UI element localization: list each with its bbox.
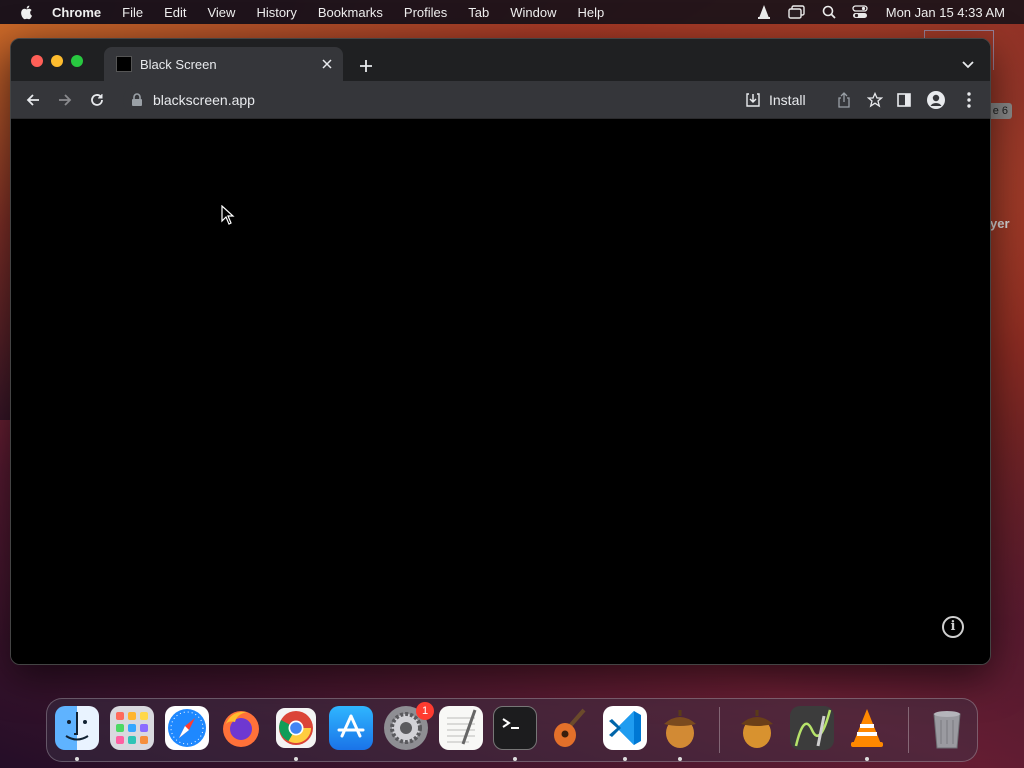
profile-button[interactable]: [924, 88, 948, 112]
running-indicator: [75, 757, 79, 761]
menu-bookmarks[interactable]: Bookmarks: [318, 5, 383, 20]
safari-icon[interactable]: [165, 706, 209, 750]
firefox-icon[interactable]: [219, 706, 263, 750]
share-button[interactable]: [832, 88, 856, 112]
menu-help[interactable]: Help: [578, 5, 605, 20]
side-panel-button[interactable]: [892, 88, 916, 112]
address-url[interactable]: blackscreen.app: [153, 92, 255, 108]
running-indicator: [513, 757, 517, 761]
install-app-button[interactable]: Install: [745, 88, 806, 112]
menu-profiles[interactable]: Profiles: [404, 5, 447, 20]
tab-black-screen[interactable]: Black Screen: [104, 47, 343, 81]
menubar-clock[interactable]: Mon Jan 15 4:33 AM: [886, 5, 1005, 20]
screen-mirror-icon[interactable]: [788, 4, 806, 20]
window-minimize-button[interactable]: [51, 55, 63, 67]
address-bar[interactable]: blackscreen.app Install: [123, 85, 887, 115]
spotlight-search-icon[interactable]: [822, 5, 836, 19]
chrome-icon[interactable]: [274, 706, 318, 750]
star-icon: [867, 92, 883, 108]
window-maximize-button[interactable]: [71, 55, 83, 67]
running-indicator: [294, 757, 298, 761]
tab-search-button[interactable]: [958, 55, 978, 75]
dock-separator: [908, 707, 909, 753]
menu-app-name[interactable]: Chrome: [52, 5, 101, 20]
apple-menu-icon[interactable]: [19, 4, 35, 20]
launchpad-icon[interactable]: [110, 706, 154, 750]
acorn-download-icon[interactable]: [735, 706, 779, 750]
install-label: Install: [769, 92, 806, 108]
dock-separator: [719, 707, 720, 753]
tab-close-icon[interactable]: [317, 54, 337, 74]
finder-icon[interactable]: [55, 706, 99, 750]
side-panel-icon: [897, 93, 911, 107]
vlc-status-icon[interactable]: [756, 4, 772, 20]
dock: 1: [46, 698, 978, 762]
page-viewport[interactable]: i: [11, 119, 990, 664]
favicon-icon: [116, 56, 132, 72]
mouse-cursor-icon: [221, 205, 235, 225]
profile-avatar-icon: [927, 91, 945, 109]
vlc-icon[interactable]: [845, 706, 889, 750]
acorn-icon[interactable]: [658, 706, 702, 750]
tab-strip: Black Screen: [11, 39, 990, 81]
browser-toolbar: blackscreen.app Install: [11, 81, 990, 119]
notification-badge: 1: [416, 702, 434, 720]
forward-button[interactable]: [53, 88, 77, 112]
terminal-icon[interactable]: [493, 706, 537, 750]
more-vertical-icon: [967, 92, 971, 108]
browser-window: Black Screen blackscreen.app Install i: [10, 38, 991, 665]
lock-icon[interactable]: [131, 93, 143, 107]
share-icon: [838, 92, 850, 108]
arrow-left-icon: [26, 94, 39, 106]
app-store-icon[interactable]: [329, 706, 373, 750]
trash-icon[interactable]: [925, 706, 969, 750]
back-button[interactable]: [21, 88, 45, 112]
plus-icon: [360, 60, 372, 72]
window-close-button[interactable]: [31, 55, 43, 67]
grapher-icon[interactable]: [790, 706, 834, 750]
menu-view[interactable]: View: [207, 5, 235, 20]
running-indicator: [623, 757, 627, 761]
menu-tab[interactable]: Tab: [468, 5, 489, 20]
arrow-right-icon: [59, 94, 72, 106]
menu-edit[interactable]: Edit: [164, 5, 186, 20]
new-tab-button[interactable]: [354, 54, 378, 78]
menu-bar: Chrome File Edit View History Bookmarks …: [0, 0, 1024, 24]
info-button[interactable]: i: [942, 616, 964, 638]
running-indicator: [865, 757, 869, 761]
tab-title: Black Screen: [140, 56, 217, 72]
install-icon: [746, 93, 760, 107]
vscode-icon[interactable]: [603, 706, 647, 750]
chrome-menu-button[interactable]: [957, 88, 981, 112]
reload-icon: [91, 94, 103, 106]
chevron-down-icon: [962, 61, 974, 69]
textedit-icon[interactable]: [439, 706, 483, 750]
running-indicator: [678, 757, 682, 761]
garageband-icon[interactable]: [548, 706, 592, 750]
bookmark-star-button[interactable]: [863, 88, 887, 112]
menu-window[interactable]: Window: [510, 5, 556, 20]
desktop-item-label: yer: [990, 216, 1010, 231]
menu-history[interactable]: History: [256, 5, 296, 20]
control-center-icon[interactable]: [852, 5, 868, 19]
menu-file[interactable]: File: [122, 5, 143, 20]
reload-button[interactable]: [85, 88, 109, 112]
